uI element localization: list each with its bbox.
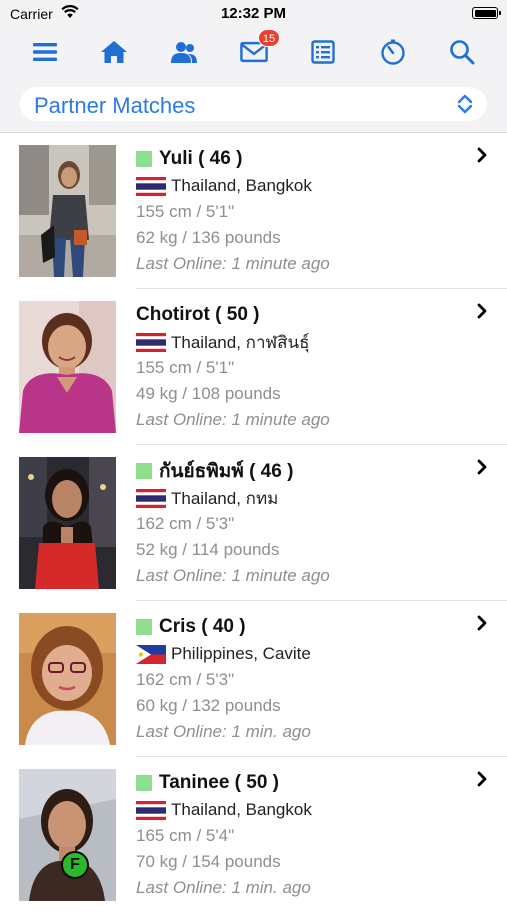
member-last-online: Last Online: 1 min. ago: [136, 878, 311, 897]
member-photo: [19, 301, 116, 433]
member-weight: 60 kg / 132 pounds: [136, 696, 281, 715]
member-name: Chotirot ( 50 ): [136, 304, 260, 325]
online-status-indicator: [136, 775, 152, 791]
search-icon[interactable]: [448, 38, 476, 66]
mail-icon[interactable]: 15: [240, 29, 280, 66]
member-height: 162 cm / 5'3": [136, 670, 235, 689]
member-info: Yuli ( 46 ) Thailand, Bangkok 155 cm / 5…: [136, 145, 487, 277]
member-name: กันย์ธพิมพ์ ( 46 ): [159, 461, 294, 482]
member-height: 155 cm / 5'1": [136, 358, 235, 377]
match-type-selector[interactable]: Partner Matches: [20, 87, 487, 121]
timer-icon[interactable]: [379, 38, 407, 66]
home-icon[interactable]: [100, 38, 128, 66]
member-location: Thailand, กาฬสินธุ์: [171, 332, 310, 352]
member-height: 165 cm / 5'4": [136, 826, 235, 845]
member-last-online: Last Online: 1 minute ago: [136, 410, 330, 429]
member-location: Thailand, Bangkok: [171, 800, 312, 819]
member-row[interactable]: F Taninee ( 50 ) Thailand, Bangkok 165 c…: [0, 757, 507, 913]
chevron-right-icon: [477, 459, 487, 480]
online-status-indicator: [136, 619, 152, 635]
status-bar: Carrier 12:32 PM: [0, 0, 507, 28]
clock: 12:32 PM: [220, 5, 287, 22]
thailand-flag-icon: [136, 176, 166, 196]
mail-count-badge: 15: [258, 29, 280, 47]
thailand-flag-icon: [136, 800, 166, 820]
member-name: Cris ( 40 ): [159, 616, 246, 637]
member-location: Thailand, Bangkok: [171, 176, 312, 195]
filter-bar: Partner Matches: [0, 76, 507, 133]
member-row[interactable]: กันย์ธพิมพ์ ( 46 ) Thailand, กทม 162 cm …: [0, 445, 507, 601]
menu-icon[interactable]: [31, 38, 59, 66]
battery-icon: [472, 7, 501, 19]
top-toolbar: 15: [0, 28, 507, 76]
online-status-indicator: [136, 151, 152, 167]
member-weight: 62 kg / 136 pounds: [136, 228, 281, 247]
chevron-right-icon: [477, 615, 487, 636]
member-info: กันย์ธพิมพ์ ( 46 ) Thailand, กทม 162 cm …: [136, 457, 487, 589]
member-height: 155 cm / 5'1": [136, 202, 235, 221]
member-last-online: Last Online: 1 minute ago: [136, 566, 330, 585]
member-photo: [19, 769, 116, 901]
chevron-right-icon: [477, 303, 487, 324]
member-last-online: Last Online: 1 min. ago: [136, 722, 311, 741]
users-icon[interactable]: [170, 38, 198, 66]
member-photo: [19, 457, 116, 589]
member-height: 162 cm / 5'3": [136, 514, 235, 533]
thailand-flag-icon: [136, 488, 166, 508]
member-row[interactable]: Chotirot ( 50 ) Thailand, กาฬสินธุ์ 155 …: [0, 289, 507, 445]
chevron-right-icon: [477, 771, 487, 792]
member-name: Yuli ( 46 ): [159, 148, 243, 169]
member-weight: 49 kg / 108 pounds: [136, 384, 281, 403]
member-name: Taninee ( 50 ): [159, 772, 280, 793]
list-icon[interactable]: [309, 38, 337, 66]
member-photo: [19, 145, 116, 277]
online-status-indicator: [136, 463, 152, 479]
member-info: Taninee ( 50 ) Thailand, Bangkok 165 cm …: [136, 769, 487, 901]
member-photo: [19, 613, 116, 745]
up-down-chevron-icon: [457, 94, 473, 119]
member-location: Philippines, Cavite: [171, 644, 311, 663]
member-row[interactable]: Cris ( 40 ) Philippines, Cavite 162 cm /…: [0, 601, 507, 757]
member-last-online: Last Online: 1 minute ago: [136, 254, 330, 273]
thailand-flag-icon: [136, 332, 166, 352]
selector-label: Partner Matches: [34, 93, 196, 118]
member-weight: 52 kg / 114 pounds: [136, 540, 280, 559]
chevron-right-icon: [477, 147, 487, 168]
member-weight: 70 kg / 154 pounds: [136, 852, 281, 871]
philippines-flag-icon: [136, 644, 166, 664]
member-info: Chotirot ( 50 ) Thailand, กาฬสินธุ์ 155 …: [136, 301, 487, 433]
f-badge: F: [61, 851, 89, 879]
member-row[interactable]: Yuli ( 46 ) Thailand, Bangkok 155 cm / 5…: [0, 133, 507, 289]
member-info: Cris ( 40 ) Philippines, Cavite 162 cm /…: [136, 613, 487, 745]
member-list: Yuli ( 46 ) Thailand, Bangkok 155 cm / 5…: [0, 133, 507, 913]
member-location: Thailand, กทม: [171, 488, 279, 508]
